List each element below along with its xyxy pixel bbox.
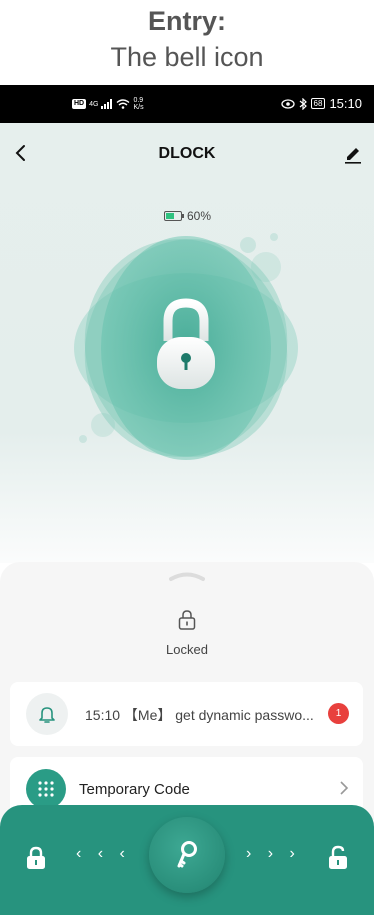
message-text: 15:10 【Me】 get dynamic passwo...	[85, 707, 314, 723]
signal-icon	[101, 99, 113, 109]
phone-battery: 68	[310, 98, 326, 109]
chevron-right-icon	[340, 781, 349, 795]
temporary-code-label: Temporary Code	[79, 781, 190, 798]
lock-icon[interactable]	[24, 845, 48, 871]
key-icon	[177, 841, 197, 868]
nav-bar: DLOCK	[0, 123, 374, 183]
network-type: 4G	[89, 100, 99, 108]
clock: 15:10	[329, 96, 362, 111]
keypad-icon	[26, 769, 66, 809]
network-speed-unit: K/s	[133, 104, 144, 111]
slide-left-arrows: ‹ ‹ ‹	[76, 845, 131, 862]
slide-right-arrows: › › ›	[246, 845, 301, 862]
page-title: DLOCK	[158, 145, 216, 162]
lock-status-icon	[178, 610, 196, 630]
bluetooth-icon	[299, 97, 307, 110]
bell-icon	[39, 707, 55, 723]
device-panel: DLOCK 60%	[0, 123, 374, 563]
hd-badge: HD	[72, 99, 87, 109]
expand-handle-icon[interactable]	[169, 570, 205, 582]
network-speed-value: 0.9	[133, 97, 144, 104]
unread-badge: 1	[328, 703, 349, 724]
bell-button[interactable]	[26, 693, 68, 735]
caption: Entry: The bell icon	[0, 0, 374, 85]
eye-icon	[280, 98, 295, 109]
caption-title: Entry:	[147, 6, 226, 36]
unlock-icon[interactable]	[326, 845, 350, 871]
pencil-icon[interactable]	[342, 141, 364, 165]
lock-status-label: Locked	[166, 642, 208, 657]
message-card[interactable]: 15:10 【Me】 get dynamic passwo... 1	[10, 682, 363, 746]
wifi-icon	[117, 99, 130, 109]
unlock-slider[interactable]: ‹ ‹ ‹ › › ›	[0, 805, 374, 915]
slider-knob[interactable]	[149, 817, 225, 893]
status-bar: HD 4G 0.9 K/s 68 15:10	[0, 85, 374, 123]
caption-subtitle: The bell icon	[110, 42, 264, 72]
padlock-icon[interactable]	[60, 213, 320, 473]
